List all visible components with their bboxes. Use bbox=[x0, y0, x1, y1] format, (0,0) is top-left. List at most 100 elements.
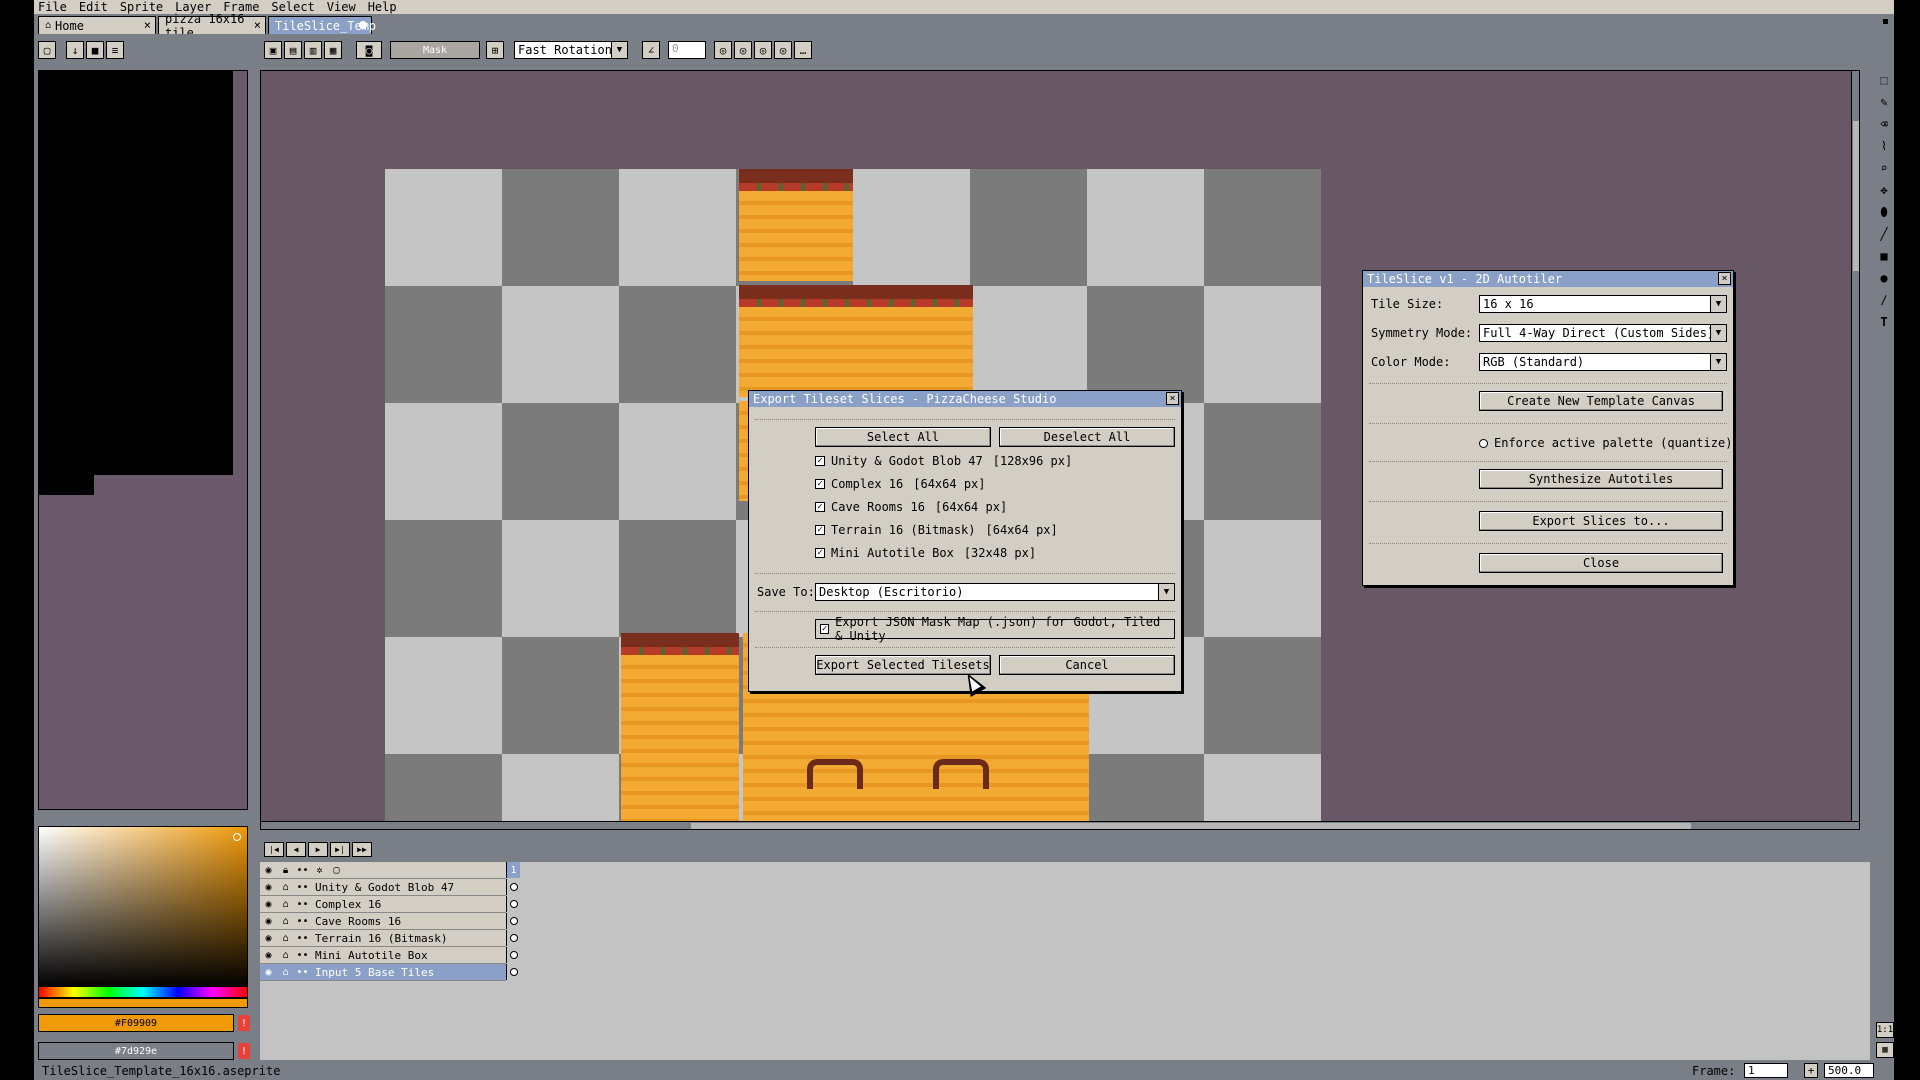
synthesize-button[interactable]: Synthesize Autotiles bbox=[1479, 469, 1723, 489]
fit-screen-icon[interactable]: 1:1 bbox=[1876, 1022, 1894, 1038]
layer-row[interactable]: ◉ ⌂ •• Unity & Godot Blob 47 bbox=[260, 879, 518, 896]
tab-pizza[interactable]: pizza 16x16 tile × bbox=[158, 12, 266, 40]
rotation-algorithm-select[interactable]: Fast Rotation ▼ bbox=[514, 41, 628, 59]
tab-menu-icon[interactable] bbox=[1883, 19, 1888, 24]
frame-number[interactable]: 1 bbox=[506, 862, 520, 878]
menu-select[interactable]: Select bbox=[265, 0, 320, 14]
transform-icon-2[interactable]: ◎ bbox=[734, 41, 752, 59]
save-to-select[interactable]: Desktop (Escritorio) ▼ bbox=[815, 583, 1175, 601]
enforce-palette-checkbox[interactable]: Enforce active palette (quantize) bbox=[1479, 435, 1732, 451]
layer-row[interactable]: ◉ ⌂ •• Complex 16 bbox=[260, 896, 518, 913]
json-export-checkbox[interactable]: ✓ Export JSON Mask Map (.json) for Godot… bbox=[815, 615, 1175, 643]
color-spectrum[interactable] bbox=[38, 826, 248, 988]
eye-icon[interactable]: ◉ bbox=[260, 933, 277, 944]
continuous-icon[interactable]: •• bbox=[294, 865, 311, 876]
tab-home[interactable]: ⌂ Home × bbox=[38, 16, 156, 34]
cel[interactable] bbox=[506, 913, 520, 929]
line-tool-icon[interactable]: ╱ bbox=[1874, 224, 1894, 244]
tileset-checkbox[interactable]: ✓ Complex 16 [64x64 px] bbox=[815, 476, 986, 492]
horizontal-scrollbar[interactable] bbox=[261, 821, 1859, 829]
eye-icon[interactable]: ◉ bbox=[260, 967, 277, 978]
zoom-input[interactable]: 500.0 bbox=[1824, 1063, 1874, 1078]
export-selected-button[interactable]: Export Selected Tilesets bbox=[815, 655, 991, 675]
selection-subtract-icon[interactable]: ▥ bbox=[304, 41, 322, 59]
foreground-color-button[interactable]: #F09909 bbox=[38, 1014, 234, 1032]
cancel-button[interactable]: Cancel bbox=[999, 655, 1175, 675]
export-slices-button[interactable]: Export Slices to... bbox=[1479, 511, 1723, 531]
tileset-checkbox[interactable]: ✓ Cave Rooms 16 [64x64 px] bbox=[815, 499, 1007, 515]
layer-row[interactable]: ◉ ⌂ •• Cave Rooms 16 bbox=[260, 913, 518, 930]
lock-icon[interactable]: ⌂ bbox=[277, 899, 294, 910]
frame-icon[interactable]: ▢ bbox=[328, 865, 345, 876]
close-icon[interactable]: × bbox=[1166, 392, 1179, 405]
continuous-icon[interactable]: •• bbox=[294, 882, 311, 893]
add-frame-icon[interactable]: + bbox=[1804, 1063, 1818, 1078]
next-frame-icon[interactable]: ▶| bbox=[330, 842, 350, 857]
eraser-tool-icon[interactable]: ⌫ bbox=[1874, 114, 1894, 134]
blur-tool-icon[interactable]: ∕ bbox=[1874, 290, 1894, 310]
create-template-button[interactable]: Create New Template Canvas bbox=[1479, 391, 1723, 411]
lock-icon[interactable]: ⌂ bbox=[277, 967, 294, 978]
pivot-icon[interactable]: ⊞ bbox=[486, 41, 504, 59]
tileset-checkbox[interactable]: ✓ Mini Autotile Box [32x48 px] bbox=[815, 545, 1036, 561]
more-options-icon[interactable]: … bbox=[794, 41, 812, 59]
layer-row[interactable]: ◉ ⌂ •• Mini Autotile Box bbox=[260, 947, 518, 964]
rectangle-tool-icon[interactable]: ■ bbox=[1874, 246, 1894, 266]
pencil-tool-icon[interactable]: ✎ bbox=[1874, 92, 1894, 112]
layer-row-selected[interactable]: ◉ ⌂ •• Input 5 Base Tiles bbox=[260, 964, 518, 981]
tileset-checkbox[interactable]: ✓ Unity & Godot Blob 47 [128x96 px] bbox=[815, 453, 1072, 469]
close-icon[interactable]: × bbox=[254, 18, 261, 32]
tab-tileslice[interactable]: TileSlice_Temp bbox=[268, 16, 376, 34]
tileslice-title-bar[interactable]: TileSlice v1 - 2D Autotiler × bbox=[1363, 271, 1733, 287]
warning-icon[interactable]: ! bbox=[238, 1043, 250, 1059]
lock-icon[interactable]: ⌂ bbox=[277, 882, 294, 893]
frame-input[interactable]: 1 bbox=[1744, 1063, 1788, 1078]
tile-size-select[interactable]: 16 x 16 ▼ bbox=[1479, 295, 1727, 313]
marquee-tool-icon[interactable]: ⬚ bbox=[1874, 70, 1894, 90]
onion-skin-icon[interactable]: ✲ bbox=[311, 865, 328, 876]
stop-icon[interactable]: ■ bbox=[86, 41, 104, 59]
cel[interactable] bbox=[506, 964, 520, 980]
menu-file[interactable]: File bbox=[34, 0, 73, 14]
layer-row[interactable]: ◉ ⌂ •• Terrain 16 (Bitmask) bbox=[260, 930, 518, 947]
lock-icon[interactable]: ⌂ bbox=[277, 933, 294, 944]
color-mode-select[interactable]: RGB (Standard) ▼ bbox=[1479, 353, 1727, 371]
angle-icon[interactable]: ∠ bbox=[642, 41, 660, 59]
menu-edit[interactable]: Edit bbox=[73, 0, 114, 14]
move-tool-icon[interactable]: ✥ bbox=[1874, 180, 1894, 200]
selection-replace-icon[interactable]: ▣ bbox=[264, 41, 282, 59]
transform-icon-1[interactable]: ◎ bbox=[714, 41, 732, 59]
cel[interactable] bbox=[506, 930, 520, 946]
zoom-tool-icon[interactable]: ⌕ bbox=[1874, 158, 1894, 178]
selection-intersect-icon[interactable]: ▦ bbox=[324, 41, 342, 59]
menu-view[interactable]: View bbox=[321, 0, 362, 14]
symmetry-select[interactable]: Full 4-Way Direct (Custom Sides) ▼ bbox=[1479, 324, 1727, 342]
cel[interactable] bbox=[506, 947, 520, 963]
last-frame-icon[interactable]: ▶▶ bbox=[352, 842, 372, 857]
tileset-checkbox[interactable]: ✓ Terrain 16 (Bitmask) [64x64 px] bbox=[815, 522, 1058, 538]
new-frame-icon[interactable]: ▢ bbox=[38, 41, 56, 59]
cel[interactable] bbox=[506, 879, 520, 895]
transform-icon-3[interactable]: ◎ bbox=[754, 41, 772, 59]
continuous-icon[interactable]: •• bbox=[294, 899, 311, 910]
export-dialog-title-bar[interactable]: Export Tileset Slices - PizzaCheese Stud… bbox=[749, 391, 1181, 407]
alpha-slider[interactable] bbox=[38, 998, 248, 1008]
continuous-icon[interactable]: •• bbox=[294, 967, 311, 978]
close-icon[interactable]: × bbox=[144, 18, 151, 32]
continuous-icon[interactable]: •• bbox=[294, 933, 311, 944]
prev-frame-icon[interactable]: ◀ bbox=[286, 842, 306, 857]
fill-tool-icon[interactable]: ⬮ bbox=[1874, 202, 1894, 222]
lock-icon[interactable]: ⌂ bbox=[277, 950, 294, 961]
vertical-scrollbar[interactable] bbox=[1851, 71, 1859, 829]
deselect-all-button[interactable]: Deselect All bbox=[999, 427, 1175, 447]
timeline-toggle-icon[interactable]: ▦ bbox=[1876, 1042, 1894, 1058]
background-color-button[interactable]: #7d929e bbox=[38, 1042, 234, 1060]
mask-color-field[interactable]: Mask bbox=[390, 41, 480, 59]
select-all-button[interactable]: Select All bbox=[815, 427, 991, 447]
eyedropper-tool-icon[interactable]: ⌇ bbox=[1874, 136, 1894, 156]
download-icon[interactable]: ↓ bbox=[66, 41, 84, 59]
menu-sprite[interactable]: Sprite bbox=[114, 0, 169, 14]
continuous-icon[interactable]: •• bbox=[294, 916, 311, 927]
menu-icon[interactable]: ≡ bbox=[106, 41, 124, 59]
continuous-icon[interactable]: •• bbox=[294, 950, 311, 961]
